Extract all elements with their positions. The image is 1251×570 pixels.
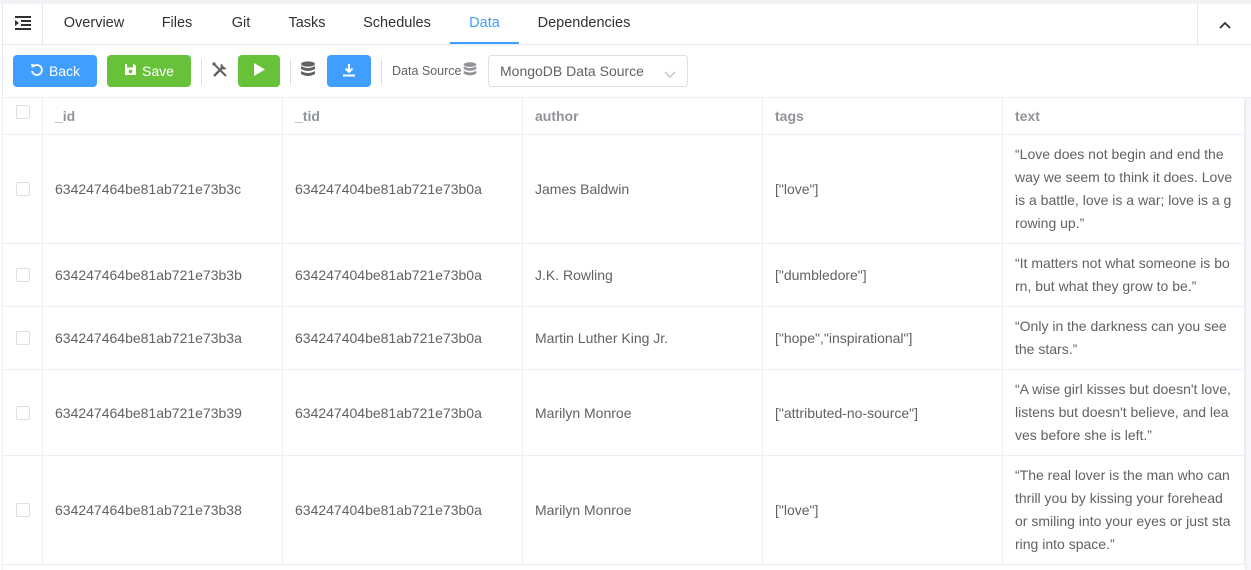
tab-data[interactable]: Data (450, 4, 519, 44)
tab-overview[interactable]: Overview (63, 4, 125, 44)
cell-tags: ["love"] (763, 456, 1003, 564)
cell-text: “Love does not begin and end the way we … (1003, 135, 1245, 243)
row-checkbox[interactable] (15, 268, 30, 282)
data-source-select-value: MongoDB Data Source (500, 63, 644, 79)
cell-text: “It matters not what someone is born, bu… (1003, 244, 1245, 306)
back-button-label: Back (48, 63, 81, 79)
data-source-select[interactable]: MongoDB Data Source (488, 55, 688, 87)
refresh-left-icon (30, 63, 44, 80)
tools-button[interactable] (207, 55, 233, 87)
cell-text: “The real lover is the man who can thril… (1003, 456, 1245, 564)
tab-git[interactable]: Git (230, 4, 252, 44)
cell-tags: ["love"] (763, 135, 1003, 243)
cell-tid: 634247404be81ab721e73b0a (283, 370, 523, 455)
row-select-cell (3, 307, 43, 369)
cell-id: 634247464be81ab721e73b3a (43, 307, 283, 369)
tools-icon (211, 61, 229, 82)
table-row[interactable]: 634247464be81ab721e73b38 634247404be81ab… (3, 456, 1245, 565)
tab-bar: Overview Files Git Tasks Schedules Data … (2, 4, 1251, 45)
cell-id: 634247464be81ab721e73b39 (43, 370, 283, 455)
row-checkbox[interactable] (15, 405, 30, 420)
row-select-cell (3, 456, 43, 564)
select-all-cell (3, 98, 43, 134)
data-table: _id _tid author tags text 634247464be81a… (2, 97, 1251, 570)
row-select-cell (3, 244, 43, 306)
cell-text: “A wise girl kisses but doesn't love, li… (1003, 370, 1245, 455)
download-icon (342, 63, 356, 80)
table-row[interactable]: 634247464be81ab721e73b3a 634247404be81ab… (3, 307, 1245, 370)
cell-tid: 634247404be81ab721e73b0a (283, 135, 523, 243)
column-header-tags[interactable]: tags (763, 98, 1003, 134)
cell-id: 634247464be81ab721e73b3c (43, 135, 283, 243)
row-select-cell (3, 135, 43, 243)
save-button[interactable]: Save (107, 55, 191, 87)
download-button[interactable] (327, 55, 371, 87)
cell-author: Martin Luther King Jr. (523, 307, 763, 369)
save-button-label: Save (142, 63, 174, 79)
collapse-button[interactable] (1197, 4, 1251, 44)
cell-tags: ["hope","inspirational"] (763, 307, 1003, 369)
menu-fold-icon (14, 15, 31, 33)
cell-text: “Only in the darkness can you see the st… (1003, 307, 1245, 369)
cell-author: Marilyn Monroe (523, 370, 763, 455)
back-button[interactable]: Back (13, 55, 97, 87)
row-checkbox[interactable] (15, 182, 30, 196)
select-all-checkbox[interactable] (15, 105, 30, 119)
menu-toggle-button[interactable] (3, 4, 43, 44)
cell-author: J.K. Rowling (523, 244, 763, 306)
cell-id: 634247464be81ab721e73b3b (43, 244, 283, 306)
cell-id: 634247464be81ab721e73b38 (43, 456, 283, 564)
table-row[interactable]: 634247464be81ab721e73b3b 634247404be81ab… (3, 244, 1245, 307)
column-header-text[interactable]: text (1003, 98, 1245, 134)
chevron-up-icon (1218, 16, 1231, 32)
play-icon (253, 63, 265, 79)
table-scrollbar[interactable] (1245, 98, 1251, 570)
cell-author: Marilyn Monroe (523, 456, 763, 564)
tab-files[interactable]: Files (160, 4, 194, 44)
data-source-label: Data Source (392, 64, 462, 78)
chevron-down-icon (664, 66, 676, 82)
cell-tags: ["dumbledore"] (763, 244, 1003, 306)
column-header-id[interactable]: _id (43, 98, 283, 134)
table-header: _id _tid author tags text (3, 98, 1245, 135)
cell-tid: 634247404be81ab721e73b0a (283, 244, 523, 306)
toolbar-divider (290, 59, 291, 85)
toolbar: Back Save Data Source MongoDB Data Sourc… (2, 45, 1251, 97)
save-icon (124, 63, 137, 79)
database-icon (300, 60, 316, 82)
toolbar-divider (381, 59, 382, 85)
toolbar-divider (201, 59, 202, 85)
data-source-database-icon (463, 62, 477, 81)
cell-tid: 634247404be81ab721e73b0a (283, 456, 523, 564)
cell-tid: 634247404be81ab721e73b0a (283, 307, 523, 369)
cell-author: James Baldwin (523, 135, 763, 243)
row-select-cell (3, 370, 43, 455)
tab-dependencies[interactable]: Dependencies (537, 4, 631, 44)
cell-tags: ["attributed-no-source"] (763, 370, 1003, 455)
column-header-tid[interactable]: _tid (283, 98, 523, 134)
table-row[interactable]: 634247464be81ab721e73b3c 634247404be81ab… (3, 135, 1245, 244)
run-button[interactable] (238, 55, 280, 87)
table-row[interactable]: 634247464be81ab721e73b39 634247404be81ab… (3, 370, 1245, 456)
tab-tasks[interactable]: Tasks (288, 4, 326, 44)
database-button[interactable] (295, 55, 321, 87)
row-checkbox[interactable] (15, 503, 30, 517)
row-checkbox[interactable] (15, 331, 30, 345)
tab-schedules[interactable]: Schedules (362, 4, 432, 44)
column-header-author[interactable]: author (523, 98, 763, 134)
